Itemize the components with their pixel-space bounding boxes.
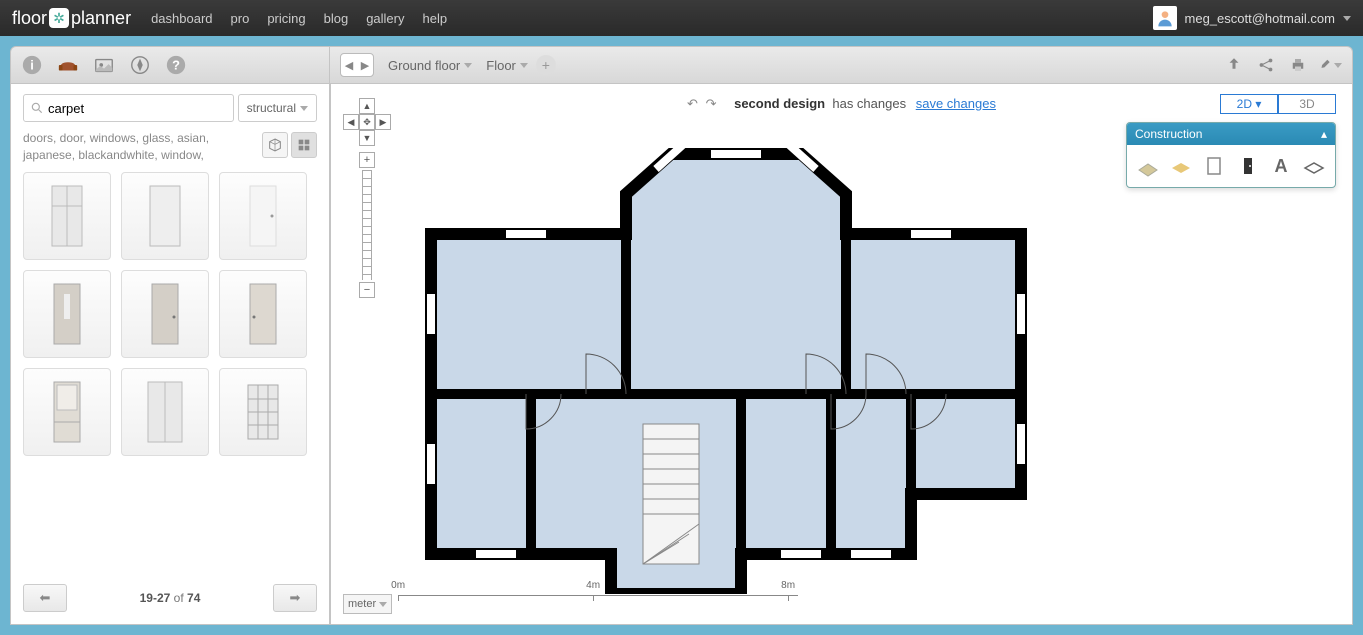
search-box[interactable] xyxy=(23,94,234,122)
chevron-down-icon xyxy=(300,106,308,111)
zoom-out-button[interactable]: − xyxy=(359,282,375,298)
tool-room-icon[interactable] xyxy=(1133,151,1162,181)
chevron-down-icon xyxy=(379,602,387,607)
construction-header[interactable]: Construction ▴ xyxy=(1127,123,1335,145)
tool-door-icon[interactable] xyxy=(1233,151,1262,181)
svg-text:?: ? xyxy=(172,58,180,73)
view-3d-button[interactable]: 3D xyxy=(1278,94,1336,114)
print-icon[interactable] xyxy=(1286,53,1310,77)
chevron-down-icon xyxy=(1334,63,1342,68)
asset-tile[interactable] xyxy=(23,172,111,260)
asset-tile[interactable] xyxy=(121,270,209,358)
tool-text-icon[interactable]: A xyxy=(1266,151,1295,181)
chevron-down-icon xyxy=(1343,16,1351,21)
top-navbar: floor ✲ planner dashboard pro pricing bl… xyxy=(0,0,1363,36)
nav-gallery[interactable]: gallery xyxy=(366,11,404,26)
filter-label: structural xyxy=(247,101,296,115)
zoom-in-button[interactable]: + xyxy=(359,152,375,168)
asset-tile[interactable] xyxy=(219,270,307,358)
ruler: meter 0m 4m 8m xyxy=(343,594,798,614)
sidebar: structural doors, door, windows, glass, … xyxy=(10,84,330,625)
view-grid-button[interactable] xyxy=(291,132,317,158)
asset-tile[interactable] xyxy=(121,368,209,456)
settings-icon[interactable] xyxy=(1318,53,1342,77)
zoom-slider[interactable] xyxy=(362,170,372,280)
tool-floor-icon[interactable] xyxy=(1166,151,1195,181)
pan-right-button[interactable]: ▶ xyxy=(375,114,391,130)
info-icon[interactable]: i xyxy=(19,52,45,78)
logo-text-right: planner xyxy=(71,8,131,29)
pan-left-button[interactable]: ◀ xyxy=(343,114,359,130)
canvas[interactable]: ↶ ↷ second design has changes save chang… xyxy=(330,84,1353,625)
nav-pricing[interactable]: pricing xyxy=(267,11,305,26)
asset-tile[interactable] xyxy=(23,368,111,456)
tool-wall-icon[interactable] xyxy=(1200,151,1229,181)
floor-label: Floor xyxy=(486,58,516,73)
user-email: meg_escott@hotmail.com xyxy=(1185,11,1335,26)
asset-tile[interactable] xyxy=(121,172,209,260)
nav-forward-button[interactable]: ▶ xyxy=(357,54,373,76)
filter-dropdown[interactable]: structural xyxy=(238,94,317,122)
compass-icon[interactable] xyxy=(127,52,153,78)
chevron-down-icon xyxy=(520,63,528,68)
nav-blog[interactable]: blog xyxy=(324,11,349,26)
user-menu[interactable]: meg_escott@hotmail.com xyxy=(1153,6,1351,30)
export-icon[interactable] xyxy=(1222,53,1246,77)
asset-grid xyxy=(23,172,317,456)
search-icon xyxy=(30,101,44,115)
photo-icon[interactable] xyxy=(91,52,117,78)
asset-tile[interactable] xyxy=(23,270,111,358)
add-floor-button[interactable]: + xyxy=(536,55,556,75)
furniture-icon[interactable] xyxy=(55,52,81,78)
design-status: has changes xyxy=(832,96,906,111)
pan-up-button[interactable]: ▲ xyxy=(359,98,375,114)
pan-zoom-control: ▲ ◀✥▶ ▼ + − xyxy=(343,98,391,298)
tool-surface-icon[interactable] xyxy=(1300,151,1329,181)
construction-title: Construction xyxy=(1135,127,1202,141)
help-icon[interactable]: ? xyxy=(163,52,189,78)
redo-button[interactable]: ↷ xyxy=(706,96,717,111)
save-changes-link[interactable]: save changes xyxy=(916,96,996,111)
logo[interactable]: floor ✲ planner xyxy=(12,8,131,29)
floor-level-dropdown[interactable]: Ground floor xyxy=(388,58,472,73)
pan-center-button[interactable]: ✥ xyxy=(359,114,375,130)
page-next-button[interactable]: ➡ xyxy=(273,584,317,612)
svg-text:i: i xyxy=(30,58,34,73)
undo-button[interactable]: ↶ xyxy=(687,96,698,111)
logo-text-left: floor xyxy=(12,8,47,29)
canvas-header: ↶ ↷ second design has changes save chang… xyxy=(331,96,1352,112)
page-prev-button[interactable]: ⬅ xyxy=(23,584,67,612)
floor-plan-drawing[interactable] xyxy=(411,124,1031,594)
nav-back-button[interactable]: ◀ xyxy=(341,54,357,76)
collapse-icon: ▴ xyxy=(1321,127,1327,141)
share-icon[interactable] xyxy=(1254,53,1278,77)
logo-icon: ✲ xyxy=(49,8,69,28)
view-3d-button[interactable] xyxy=(262,132,288,158)
history-nav: ◀ ▶ xyxy=(340,53,374,77)
canvas-toolbar: ◀ ▶ Ground floor Floor + xyxy=(330,46,1353,84)
floor-dropdown[interactable]: Floor xyxy=(486,58,528,73)
view-toggle: 2D ▾ 3D xyxy=(1220,94,1336,114)
pan-down-button[interactable]: ▼ xyxy=(359,130,375,146)
floor-level-label: Ground floor xyxy=(388,58,460,73)
design-name: second design xyxy=(734,96,825,111)
nav-pro[interactable]: pro xyxy=(231,11,250,26)
left-toolbar: i ? xyxy=(10,46,330,84)
nav-dashboard[interactable]: dashboard xyxy=(151,11,212,26)
chevron-down-icon xyxy=(464,63,472,68)
construction-panel: Construction ▴ A xyxy=(1126,122,1336,188)
avatar-icon xyxy=(1153,6,1177,30)
view-2d-button[interactable]: 2D ▾ xyxy=(1220,94,1278,114)
unit-selector[interactable]: meter xyxy=(343,594,392,614)
search-input[interactable] xyxy=(48,101,227,116)
pager: ⬅ 19-27 of 74 ➡ xyxy=(23,584,317,612)
ruler-scale: 0m 4m 8m xyxy=(398,595,798,613)
nav-links: dashboard pro pricing blog gallery help xyxy=(151,11,447,26)
page-info: 19-27 of 74 xyxy=(140,591,201,605)
asset-tile[interactable] xyxy=(219,172,307,260)
asset-tile[interactable] xyxy=(219,368,307,456)
nav-help[interactable]: help xyxy=(422,11,447,26)
